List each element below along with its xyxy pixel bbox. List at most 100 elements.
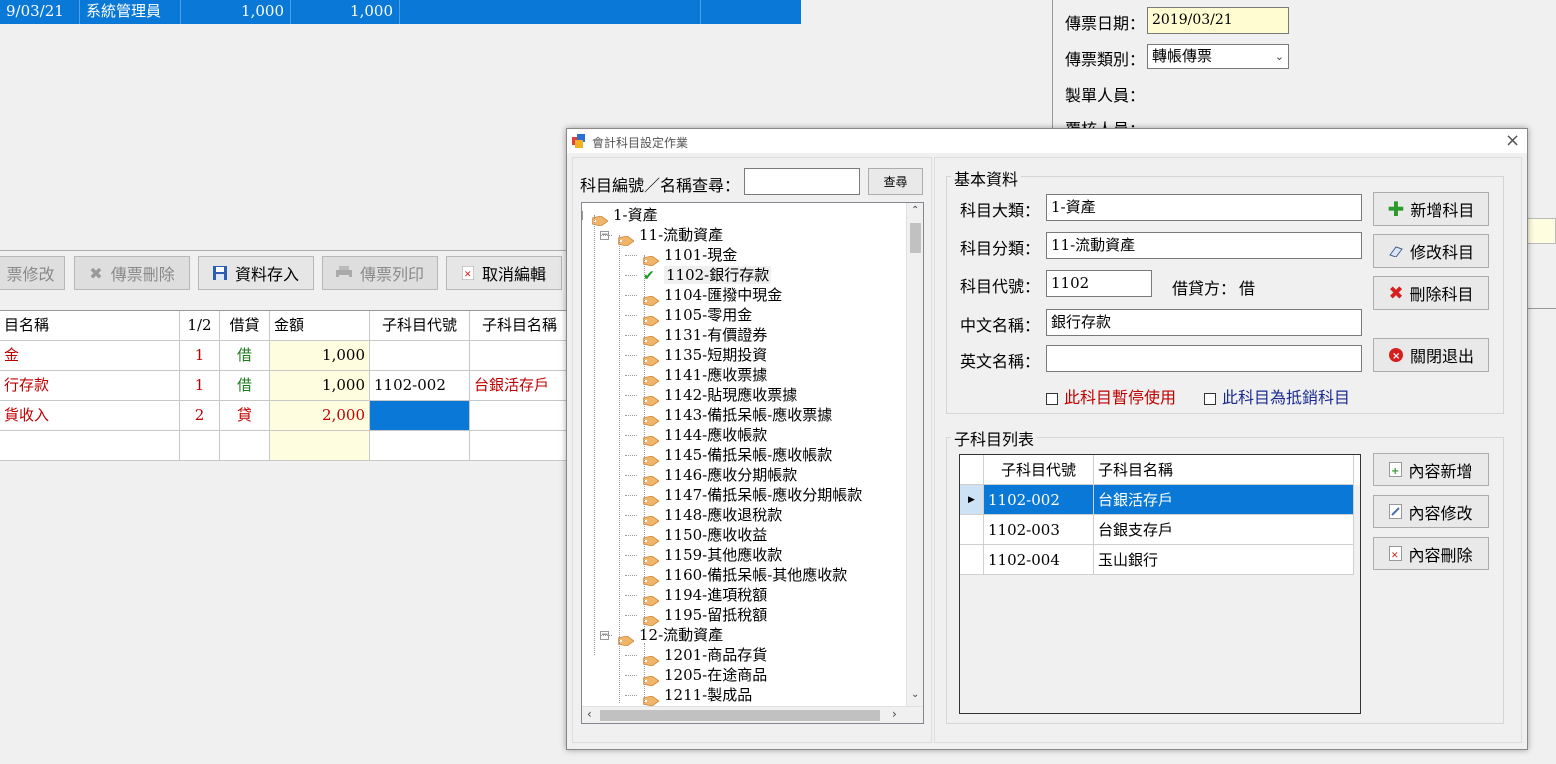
account-name-cell[interactable]: 貨收入 — [0, 401, 180, 430]
tree-node[interactable]: 1104-匯撥中現金 — [642, 285, 782, 307]
voucher-detail-grid[interactable]: 目名稱 1/2 借貸 金額 子科目代號 子科目名稱 金 1 借 1,000 行存… — [0, 310, 570, 461]
dc-cell[interactable] — [220, 431, 270, 460]
sub-code-cell[interactable]: 1102-002 — [984, 485, 1094, 515]
tree-node[interactable]: 1135-短期投資 — [642, 345, 767, 367]
seq-cell[interactable]: 2 — [180, 401, 220, 430]
tree-node[interactable]: 1144-應收帳款 — [642, 425, 767, 447]
search-button[interactable]: 查尋 — [868, 168, 923, 195]
tree-vertical-scrollbar[interactable]: ⌃ ⌄ — [906, 203, 923, 707]
dc-cell[interactable]: 借 — [220, 371, 270, 400]
sub-account-grid[interactable]: 子科目代號 子科目名稱 ▶ 1102-002 台銀活存戶 1102-003 台銀… — [959, 454, 1361, 714]
tree-node[interactable]: 1101-現金 — [642, 245, 737, 267]
account-code-field[interactable]: 1102 — [1046, 270, 1152, 297]
dialog-title-bar[interactable]: 會計科目設定作業 × — [567, 129, 1527, 153]
tree-collapse-icon[interactable]: − — [582, 211, 583, 220]
seq-cell[interactable]: 1 — [180, 341, 220, 370]
sub-code-cell[interactable]: 1102-003 — [984, 515, 1094, 545]
sub-name-cell[interactable]: 台銀活存戶 — [470, 371, 570, 400]
sub-name-cell[interactable]: 玉山銀行 — [1094, 545, 1354, 575]
tree-node[interactable]: 1205-在途商品 — [642, 665, 767, 687]
amount-cell[interactable]: 2,000 — [270, 401, 370, 430]
sub-name-cell[interactable]: 台銀支存戶 — [1094, 515, 1354, 545]
save-button[interactable]: 資料存入 — [198, 256, 314, 290]
tree-node[interactable]: ✔ 1102-銀行存款 — [643, 265, 772, 285]
sub-code-cell[interactable]: 1102-002 — [370, 371, 470, 400]
voucher-delete-button[interactable]: ✖ 傳票刪除 — [74, 256, 190, 290]
sub-code-cell[interactable] — [370, 341, 470, 370]
content-delete-button[interactable]: ✕ 內容刪除 — [1373, 537, 1489, 570]
sub-code-cell[interactable] — [370, 431, 470, 460]
sub-name-cell[interactable] — [470, 341, 570, 370]
sub-name-cell[interactable] — [470, 401, 570, 430]
tree-node[interactable]: 1150-應收收益 — [642, 525, 767, 547]
tree-node[interactable]: 1105-零用金 — [642, 305, 752, 327]
tree-node[interactable]: 1131-有價證券 — [642, 325, 767, 347]
voucher-list-selected-row[interactable]: 9/03/21 系統管理員 1,000 1,000 — [0, 0, 801, 24]
tree-node[interactable]: 1159-其他應收款 — [642, 545, 782, 567]
close-exit-button[interactable]: × 關閉退出 — [1373, 338, 1489, 372]
delete-account-button[interactable]: ✖ 刪除科目 — [1373, 276, 1489, 310]
tree-node[interactable]: 1148-應收退稅款 — [642, 505, 782, 527]
voucher-print-button[interactable]: 傳票列印 — [322, 256, 438, 290]
tree-node[interactable]: 1160-備抵呆帳-其他應收款 — [642, 565, 847, 587]
major-category-field[interactable]: 1-資產 — [1046, 194, 1362, 221]
content-modify-button[interactable]: 內容修改 — [1373, 495, 1489, 528]
dc-cell[interactable]: 貸 — [220, 401, 270, 430]
sub-name-cell[interactable]: 台銀活存戶 — [1094, 485, 1354, 515]
modify-account-button[interactable]: 修改科目 — [1373, 234, 1489, 268]
scroll-up-icon[interactable]: ⌃ — [911, 205, 919, 216]
english-name-field[interactable] — [1046, 345, 1362, 372]
cancel-edit-button[interactable]: ✕ 取消編輯 — [446, 256, 562, 290]
voucher-type-select[interactable]: 轉帳傳票 ⌄ — [1147, 44, 1289, 69]
tree-node[interactable]: 1145-備抵呆帳-應收帳款 — [642, 445, 832, 467]
table-row[interactable]: 金 1 借 1,000 — [0, 341, 570, 371]
table-row[interactable]: ▶ 1102-002 台銀活存戶 — [960, 485, 1354, 515]
offset-checkbox-box[interactable] — [1204, 392, 1216, 405]
table-row[interactable] — [0, 431, 570, 461]
scroll-right-icon[interactable]: › — [892, 707, 897, 721]
suspend-checkbox-box[interactable] — [1046, 392, 1058, 405]
suspend-checkbox[interactable]: 此科目暫停使用 — [1046, 384, 1176, 408]
table-row[interactable]: 行存款 1 借 1,000 1102-002 台銀活存戶 — [0, 371, 570, 401]
tree-node[interactable]: 1147-備抵呆帳-應收分期帳款 — [642, 485, 862, 507]
search-input[interactable] — [744, 168, 860, 195]
amount-cell[interactable] — [270, 431, 370, 460]
hscroll-thumb[interactable] — [600, 710, 880, 721]
sub-code-cell-selected[interactable] — [370, 401, 470, 430]
close-icon[interactable]: × — [1505, 130, 1520, 151]
minor-category-field[interactable]: 11-流動資產 — [1046, 232, 1362, 259]
seq-cell[interactable]: 1 — [180, 371, 220, 400]
tree-node[interactable]: 1143-備抵呆帳-應收票據 — [642, 405, 832, 427]
sub-name-cell[interactable] — [470, 431, 570, 460]
content-add-button[interactable]: + 內容新增 — [1373, 453, 1489, 486]
seq-cell[interactable] — [180, 431, 220, 460]
tree-node[interactable]: −11-流動資產 — [600, 225, 723, 247]
table-row[interactable]: 1102-004 玉山銀行 — [960, 545, 1354, 575]
tree-node[interactable]: 1142-貼現應收票據 — [642, 385, 797, 407]
scroll-down-icon[interactable]: ⌄ — [911, 689, 919, 700]
tree-node[interactable]: −12-流動資產 — [600, 625, 723, 647]
account-tree[interactable]: − 1-資產−11-流動資產1101-現金 ✔ 1102-銀行存款 1104-匯撥中現金… — [581, 202, 924, 724]
scroll-thumb[interactable] — [910, 223, 921, 253]
sub-code-cell[interactable]: 1102-004 — [984, 545, 1094, 575]
tree-node[interactable]: 1201-商品存貨 — [642, 645, 767, 667]
tree-node[interactable]: 1146-應收分期帳款 — [642, 465, 797, 487]
account-name-cell[interactable]: 行存款 — [0, 371, 180, 400]
account-name-cell[interactable] — [0, 431, 180, 460]
tree-horizontal-scrollbar[interactable]: ‹ › — [582, 706, 923, 723]
dc-cell[interactable]: 借 — [220, 341, 270, 370]
tree-node[interactable]: − 1-資產 — [582, 205, 658, 227]
tree-node[interactable]: 1194-進項稅額 — [642, 585, 767, 607]
tree-node[interactable]: 1141-應收票據 — [642, 365, 767, 387]
offset-checkbox[interactable]: 此科目為抵銷科目 — [1204, 384, 1350, 408]
amount-cell[interactable]: 1,000 — [270, 371, 370, 400]
table-row[interactable]: 貨收入 2 貸 2,000 — [0, 401, 570, 431]
voucher-date-field[interactable]: 2019/03/21 — [1147, 7, 1289, 34]
amount-cell[interactable]: 1,000 — [270, 341, 370, 370]
scroll-left-icon[interactable]: ‹ — [587, 707, 592, 721]
chinese-name-field[interactable]: 銀行存款 — [1046, 309, 1362, 336]
add-account-button[interactable]: ✚ 新增科目 — [1373, 192, 1489, 226]
account-name-cell[interactable]: 金 — [0, 341, 180, 370]
table-row[interactable]: 1102-003 台銀支存戶 — [960, 515, 1354, 545]
tree-node[interactable]: 1195-留抵稅額 — [642, 605, 767, 627]
